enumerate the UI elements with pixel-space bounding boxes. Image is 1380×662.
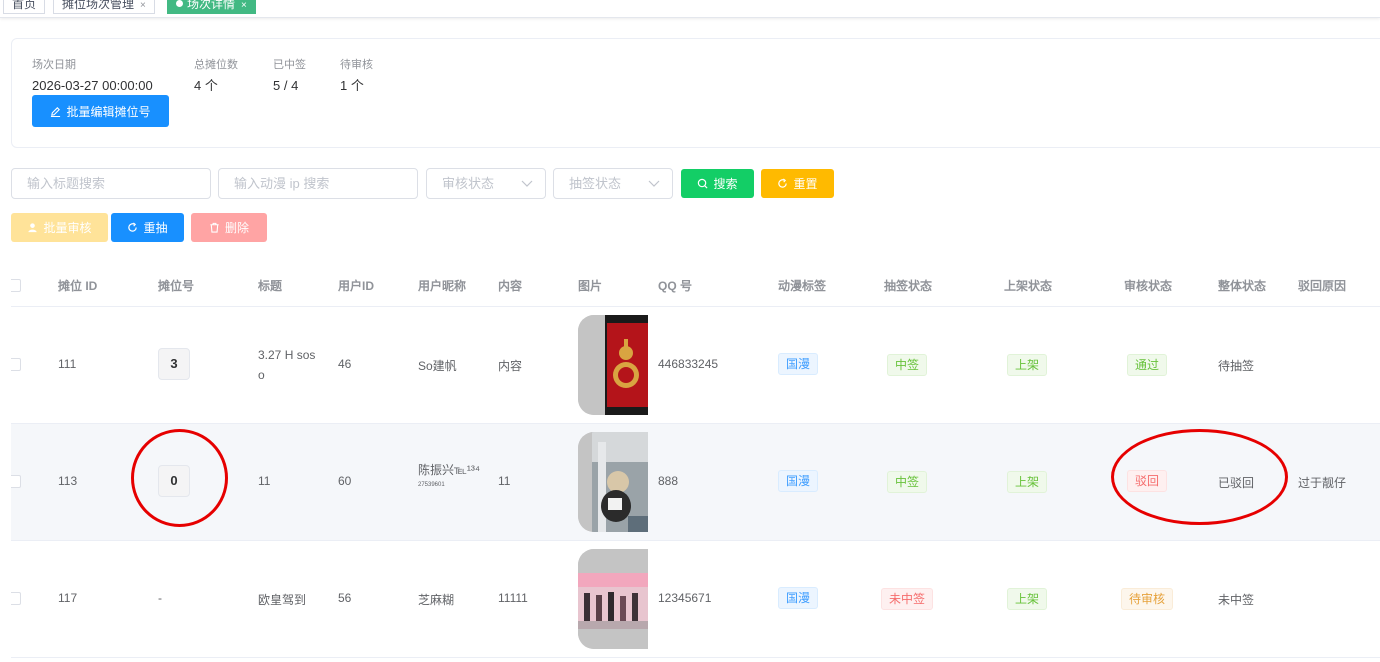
tab-home[interactable]: 首页 [3, 0, 46, 14]
anime-ip-search-input[interactable]: 输入动漫 ip 搜索 [218, 168, 418, 199]
col-draw-status: 抽签状态 [884, 279, 933, 293]
refresh-icon [778, 178, 788, 188]
col-booth-no: 摊位号 [158, 279, 195, 293]
red-gourd-picture [578, 315, 648, 415]
trash-icon [210, 222, 219, 233]
col-reject-reason: 驳回原因 [1298, 279, 1347, 293]
booth-image-thumbnail[interactable] [578, 432, 648, 532]
col-nickname: 用户昵称 [418, 279, 467, 293]
title-search-input[interactable]: 输入标题搜索 [11, 168, 211, 199]
refresh-icon [128, 222, 138, 232]
shelf-status-tag: 上架 [1007, 354, 1048, 376]
stat-total-booths: 总摊位数 4 个 [194, 59, 238, 93]
select-all-checkbox[interactable] [11, 279, 21, 292]
booth-image-thumbnail[interactable] [578, 315, 648, 415]
batch-edit-booth-number-button[interactable]: 批量编辑摊位号 [32, 95, 169, 127]
row-title: 3.27 H sos o [258, 348, 316, 382]
stat-session-date: 场次日期 2026-03-27 00:00:00 [32, 59, 153, 93]
delete-button[interactable]: 删除 [191, 213, 267, 242]
edit-icon [51, 106, 61, 117]
close-icon[interactable]: × [241, 0, 247, 11]
col-review-status: 审核状态 [1124, 279, 1173, 293]
row-checkbox[interactable] [11, 592, 21, 605]
booth-image-thumbnail[interactable] [578, 549, 648, 649]
col-booth-id: 摊位 ID [58, 279, 98, 293]
table-header: 摊位 ID 摊位号 标题 用户ID 用户昵称 内容 图片 QQ 号 动漫标签 抽… [11, 264, 1380, 307]
chevron-down-icon [521, 180, 533, 187]
mall-crowd-picture [578, 549, 648, 649]
user-icon [28, 223, 38, 233]
review-status-select[interactable]: 审核状态 [426, 168, 546, 199]
row-nickname: 陈振兴℡¹³⁴ 27539601 [418, 463, 481, 488]
anime-tag: 国漫 [778, 470, 819, 492]
review-status-tag: 待审核 [1121, 588, 1174, 610]
close-icon[interactable]: × [140, 0, 146, 11]
draw-status-tag: 中签 [887, 471, 928, 493]
search-icon [698, 178, 708, 189]
booth-number-badge[interactable]: 0 [158, 465, 190, 497]
review-status-tag: 驳回 [1127, 470, 1168, 492]
col-overall-status: 整体状态 [1218, 279, 1267, 293]
draw-status-tag: 未中签 [881, 588, 934, 610]
active-dot-icon [176, 0, 183, 7]
session-info-card: 场次日期 2026-03-27 00:00:00 总摊位数 4 个 已中签 5 … [11, 38, 1380, 148]
draw-status-tag: 中签 [887, 354, 928, 376]
shelf-status-tag: 上架 [1007, 471, 1048, 493]
tab-booth-session-management[interactable]: 摊位场次管理 × [53, 0, 155, 14]
plush-doll-picture [578, 432, 648, 532]
anime-tag: 国漫 [778, 587, 819, 609]
col-content: 内容 [498, 279, 523, 293]
stat-drawn: 已中签 5 / 4 [273, 59, 306, 93]
table-row: 111 3 3.27 H sos o 46 So建帆 内容 446833245 … [11, 307, 1380, 424]
search-button[interactable]: 搜索 [681, 169, 754, 198]
chevron-down-icon [648, 180, 660, 187]
reset-button[interactable]: 重置 [761, 169, 834, 198]
row-checkbox[interactable] [11, 475, 21, 488]
draw-status-select[interactable]: 抽签状态 [553, 168, 673, 199]
stat-pending-review: 待审核 1 个 [340, 59, 373, 93]
col-image: 图片 [578, 279, 603, 293]
batch-review-button[interactable]: 批量审核 [11, 213, 108, 242]
redraw-button[interactable]: 重抽 [111, 213, 184, 242]
col-title: 标题 [258, 279, 283, 293]
shelf-status-tag: 上架 [1007, 588, 1048, 610]
table-row: 113 0 11 60 陈振兴℡¹³⁴ 27539601 11 888 国漫 中… [11, 424, 1380, 541]
col-user-id: 用户ID [338, 279, 375, 293]
booth-number-empty: - [158, 591, 162, 605]
col-qq: QQ 号 [658, 279, 693, 293]
col-anime-tag: 动漫标签 [778, 279, 827, 293]
row-checkbox[interactable] [11, 358, 21, 371]
tags-view-bar: 首页 摊位场次管理 × 场次详情 × [0, 0, 1380, 18]
anime-tag: 国漫 [778, 353, 819, 375]
booth-number-badge[interactable]: 3 [158, 348, 190, 380]
table-row: 117 - 欧皇驾到 56 芝麻糊 11111 12345671 国漫 未中签 … [11, 541, 1380, 658]
col-shelf-status: 上架状态 [1004, 279, 1053, 293]
tab-session-detail[interactable]: 场次详情 × [167, 0, 256, 14]
review-status-tag: 通过 [1127, 354, 1168, 376]
